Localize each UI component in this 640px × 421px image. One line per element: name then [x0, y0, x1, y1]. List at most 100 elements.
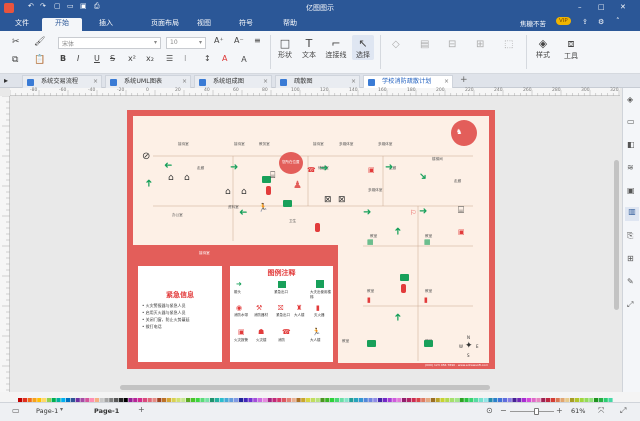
fullscreen-icon[interactable]: ⤢ [620, 406, 626, 416]
add-tab-icon[interactable]: + [460, 75, 468, 85]
close-button[interactable]: ✕ [620, 3, 626, 11]
menu-help[interactable]: 帮助 [270, 18, 310, 31]
shape-button[interactable]: □ 形状 [274, 37, 296, 60]
menu-page-layout[interactable]: 页面布局 [140, 18, 190, 31]
minimize-button[interactable]: – [578, 3, 582, 11]
shadow-icon[interactable]: ◧ [627, 140, 635, 149]
tools-button[interactable]: ⧈ 工具 [560, 37, 582, 61]
tab-system-composition[interactable]: 系统组成图 × [194, 75, 272, 88]
zoom-out-icon[interactable]: − [500, 406, 507, 415]
stairs-icon: ⌂ [225, 187, 231, 197]
italic-icon[interactable]: I [77, 54, 79, 63]
position-icon[interactable]: ◇ [392, 39, 400, 50]
tab-system-uml[interactable]: 系统UML图表 × [105, 75, 191, 88]
add-page-icon[interactable]: + [138, 405, 145, 414]
tab-school-fire-plan[interactable]: 学校消防疏散计划 × [363, 75, 453, 88]
ribbon: ✂ 🖌 ⧉ 📋 宋体 ▾ 10 ▾ A⁺ A⁻ ≡ B I U S x² x₂ ☰ … [0, 31, 640, 74]
bullets-icon[interactable]: ⁝ [184, 54, 187, 63]
legend-label: 火灾报警 [234, 338, 248, 342]
zoom-level[interactable]: 61% [571, 407, 585, 415]
fit-page-icon[interactable]: ⤧ [598, 406, 604, 416]
close-tab-icon[interactable]: × [444, 76, 449, 88]
arrange-icon[interactable]: ▤ [420, 39, 429, 50]
list-icon[interactable]: ☰ [166, 54, 173, 63]
paste-icon[interactable]: 📋 [34, 55, 45, 65]
tab-system-trade-flow[interactable]: 系统交易流程 × [22, 75, 102, 88]
page-tab-page-1[interactable]: Page-1 [94, 407, 119, 415]
legend-hose-icon: ◉ [236, 304, 243, 312]
cut-icon[interactable]: ✂ [12, 37, 20, 47]
legend-title: 图例注释 [267, 269, 296, 277]
legend-label: 消防 [278, 338, 285, 342]
extinguisher-small-icon: ▮ [367, 296, 371, 304]
settings-icon[interactable]: ⚙ [598, 18, 604, 26]
bold-icon[interactable]: B [60, 54, 66, 63]
chart-icon[interactable]: ▥ [625, 207, 639, 221]
zoom-slider-thumb[interactable] [534, 408, 540, 415]
copy-icon[interactable]: ⧉ [12, 55, 18, 65]
right-sidebar: ◈ ▭ ◧ ≋ ▣ ▥ ⎘ ⊞ ✎ ⤢ [622, 88, 640, 392]
font-color-icon[interactable]: A [222, 54, 227, 63]
legend-label: 大人楼 [294, 313, 305, 317]
page-icon[interactable]: ⎘ [627, 231, 633, 241]
share-icon[interactable]: ⇪ [582, 18, 588, 26]
font-shrink-icon[interactable]: A⁻ [234, 36, 244, 45]
zoom-in-icon[interactable]: + [556, 406, 563, 415]
page-view-icon[interactable]: ▭ [12, 406, 20, 415]
select-button[interactable]: ↖ 选择 [352, 35, 374, 60]
layers-icon[interactable]: ≋ [627, 163, 634, 172]
strikethrough-icon[interactable]: S [110, 54, 115, 63]
page-selector[interactable]: Page-1 [36, 407, 58, 415]
subscript-icon[interactable]: x₂ [146, 54, 154, 63]
maximize-button[interactable]: □ [598, 3, 605, 11]
menu-home[interactable]: 开始 [42, 18, 82, 31]
align-objects-icon[interactable]: ⊟ [448, 39, 456, 50]
vertical-scrollbar[interactable] [614, 160, 619, 310]
document-tab-bar: ▸ 系统交易流程 × 系统UML图表 × 系统组成图 × 疏散图 × 学校消防疏散计划 ×… [0, 74, 640, 88]
menu-insert[interactable]: 插入 [86, 18, 126, 31]
play-icon[interactable]: ⊙ [486, 406, 493, 415]
fire-extinguisher-icon [315, 223, 320, 232]
font-family-select[interactable]: 宋体 ▾ [58, 37, 161, 49]
format-painter-icon[interactable]: 🖌 [34, 37, 45, 47]
menu-symbols[interactable]: 符号 [226, 18, 266, 31]
note-icon[interactable]: ✎ [627, 277, 634, 286]
horizontal-scrollbar[interactable] [120, 385, 490, 390]
line-style-icon[interactable]: ▭ [627, 117, 635, 126]
font-size-select[interactable]: 10 ▾ [166, 37, 206, 49]
user-name[interactable]: 焦糖不苦 [520, 18, 546, 28]
tab-evacuation[interactable]: 疏散图 × [275, 75, 360, 88]
page-dropdown-icon[interactable]: ▾ [60, 406, 63, 413]
zoom-slider-track[interactable] [510, 411, 554, 412]
collapse-ribbon-icon[interactable]: ˄ [616, 17, 620, 25]
fullscreen-icon[interactable]: ⤢ [627, 300, 633, 310]
room-label: 教室 [425, 289, 433, 293]
close-tab-icon[interactable]: × [182, 76, 187, 88]
connector-icon: ⌐ [331, 37, 341, 50]
style-button[interactable]: ◈ 样式 [532, 37, 554, 60]
text-button[interactable]: T 文本 [298, 37, 320, 60]
line-spacing-icon[interactable]: ↕ [204, 54, 211, 63]
size-icon[interactable]: ⬚ [504, 39, 513, 50]
menu-view[interactable]: 视图 [184, 18, 224, 31]
ruler-label: -40 [88, 88, 96, 93]
align-icon[interactable]: ≡ [254, 36, 261, 45]
font-grow-icon[interactable]: A⁺ [214, 36, 224, 45]
close-tab-icon[interactable]: × [263, 76, 268, 88]
compass: N E S W ✦ [459, 335, 480, 358]
close-tab-icon[interactable]: × [93, 76, 98, 88]
superscript-icon[interactable]: x² [128, 54, 136, 63]
color-palette[interactable] [0, 392, 640, 406]
underline-icon[interactable]: U [94, 54, 100, 63]
close-tab-icon[interactable]: × [351, 76, 356, 88]
distribute-icon[interactable]: ⊞ [476, 39, 484, 50]
image-icon[interactable]: ▣ [627, 186, 635, 195]
ruler-label: 320 [610, 88, 619, 93]
fill-icon[interactable]: ◈ [627, 95, 633, 104]
vip-badge[interactable]: VIP [556, 17, 571, 25]
menu-file[interactable]: 文件 [2, 18, 42, 31]
tabs-menu-icon[interactable]: ▸ [4, 76, 8, 85]
data-icon[interactable]: ⊞ [627, 254, 634, 263]
connector-button[interactable]: ⌐ 连接线 [322, 37, 350, 60]
text-style-icon[interactable]: Ａ [240, 54, 248, 65]
